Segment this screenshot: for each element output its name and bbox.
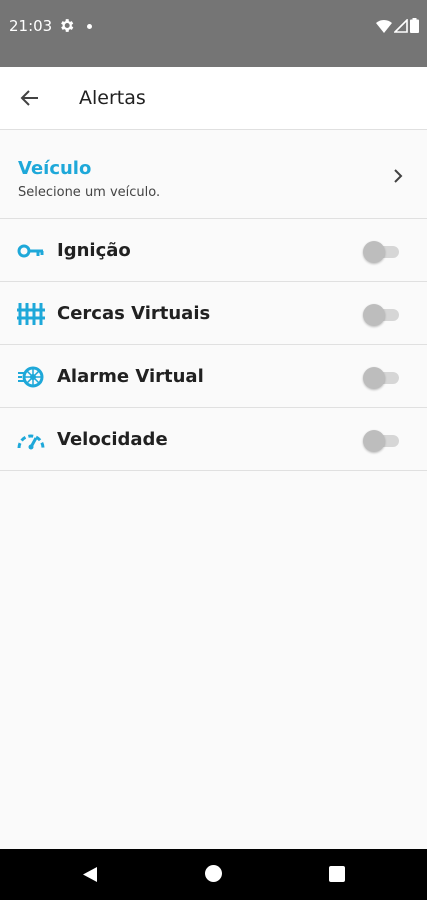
alarme-virtual-toggle[interactable]	[363, 367, 399, 389]
nav-recents-icon[interactable]	[329, 866, 345, 882]
speedometer-icon	[17, 434, 45, 450]
alert-row-ignicao[interactable]: Ignição	[0, 220, 427, 282]
toggle-thumb	[363, 367, 385, 389]
vehicle-subtitle: Selecione um veículo.	[18, 185, 161, 200]
toggle-thumb	[363, 430, 385, 452]
alert-row-velocidade[interactable]: Velocidade	[0, 409, 427, 471]
chevron-right-icon	[394, 169, 403, 183]
arrow-back-icon	[20, 90, 38, 106]
alarm-wheel-icon	[18, 366, 44, 388]
alert-label: Velocidade	[57, 429, 168, 450]
key-icon	[17, 244, 44, 258]
alert-label: Cercas Virtuais	[57, 303, 211, 324]
notification-dot-icon	[87, 24, 92, 29]
battery-icon	[410, 18, 419, 33]
alert-row-cercas-virtuais[interactable]: Cercas Virtuais	[0, 283, 427, 345]
app-bar: Alertas	[0, 67, 427, 130]
toggle-thumb	[363, 241, 385, 263]
vehicle-title: Veículo	[18, 158, 92, 179]
status-time: 21:03	[9, 17, 53, 35]
nav-back-icon[interactable]	[82, 866, 98, 883]
alert-label: Ignição	[57, 240, 131, 261]
page-title: Alertas	[79, 87, 146, 109]
nav-home-icon[interactable]	[205, 865, 222, 882]
cell-signal-icon	[394, 18, 408, 33]
alert-row-alarme-virtual[interactable]: Alarme Virtual	[0, 346, 427, 408]
wifi-icon	[376, 19, 392, 33]
status-bar: 21:03	[0, 0, 427, 67]
fence-icon	[17, 303, 45, 325]
settings-gear-icon	[61, 19, 74, 32]
alert-label: Alarme Virtual	[57, 366, 204, 387]
back-button[interactable]	[12, 80, 48, 116]
cercas-virtuais-toggle[interactable]	[363, 304, 399, 326]
toggle-thumb	[363, 304, 385, 326]
status-icons	[376, 18, 419, 33]
vehicle-selector[interactable]: Veículo Selecione um veículo.	[0, 131, 427, 219]
ignicao-toggle[interactable]	[363, 241, 399, 263]
velocidade-toggle[interactable]	[363, 430, 399, 452]
system-nav-bar	[0, 849, 427, 900]
